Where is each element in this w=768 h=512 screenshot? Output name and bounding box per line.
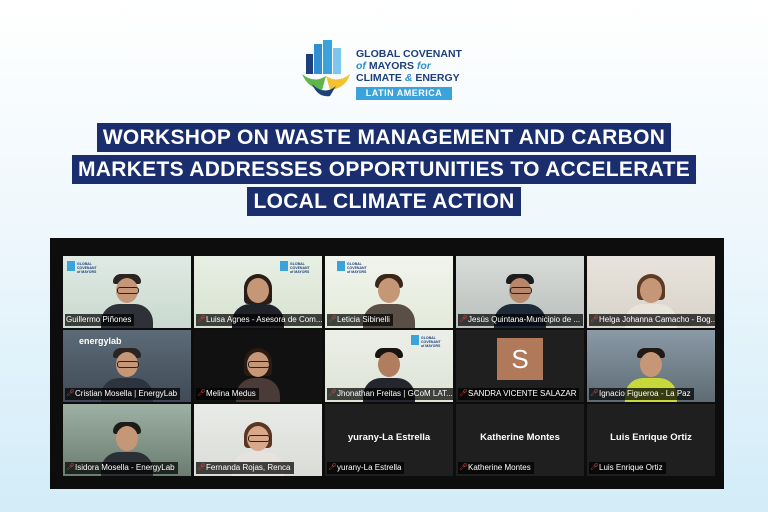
mic-muted-icon: 🎤︎ xyxy=(459,390,468,397)
participant-name-label: Guillermo Piñones xyxy=(65,314,135,326)
headline-line2: MARKETS ADDRESSES OPPORTUNITIES TO ACCEL… xyxy=(71,155,697,184)
participant-tile[interactable]: Katherine Montes 🎤︎ Katherine Montes xyxy=(456,404,584,476)
participant-tile[interactable]: GLOBAL COVENANT of MAYORS 🎤︎ Luisa Agnes -… xyxy=(194,256,322,328)
participant-name-label: 🎤︎ Melina Medus xyxy=(196,388,259,400)
headline-line1: WORKSHOP ON WASTE MANAGEMENT AND CARBON xyxy=(96,123,672,152)
participant-tile[interactable]: Luis Enrique Ortiz 🎤︎ Luis Enrique Ortiz xyxy=(587,404,715,476)
participant-name-label: 🎤︎ yurany-La Estrella xyxy=(327,462,405,474)
participant-tile[interactable]: 🎤︎ Ignacio Figueroa - La Paz xyxy=(587,330,715,402)
mic-muted-icon: 🎤︎ xyxy=(459,464,468,471)
participant-tile[interactable]: GLOBAL COVENANT of MAYORS 🎤︎ Jhonathan Fre… xyxy=(325,330,453,402)
city-skyline-logo-icon xyxy=(302,40,350,97)
headline-line3: LOCAL CLIMATE ACTION xyxy=(247,187,521,216)
participant-tile[interactable]: 🎤︎ Isidora Mosella - EnergyLab xyxy=(63,404,191,476)
mic-muted-icon: 🎤︎ xyxy=(590,464,599,471)
participant-display-name: yurany-La Estrella xyxy=(347,432,431,443)
mic-muted-icon: 🎤︎ xyxy=(459,316,468,323)
participant-tile[interactable]: GLOBAL COVENANT of MAYORS 🎤︎ Leticia Sibin… xyxy=(325,256,453,328)
participant-display-name: Luis Enrique Ortiz xyxy=(610,432,692,443)
participant-name-label: 🎤︎ Luis Enrique Ortiz xyxy=(589,462,666,474)
participant-name-label: 🎤︎ Luisa Agnes - Asesora de Com... xyxy=(196,314,322,326)
participant-tile[interactable]: 🎤︎ Melina Medus xyxy=(194,330,322,402)
participant-tile[interactable]: 🎤︎ Jesús Quintana-Municipio de ... xyxy=(456,256,584,328)
logo-wordmark: GLOBAL COVENANT of MAYORS for CLIMATE & … xyxy=(356,48,462,84)
energylab-logo: energylab xyxy=(79,336,122,346)
logo-line1: GLOBAL COVENANT xyxy=(356,48,462,60)
mic-muted-icon: 🎤︎ xyxy=(197,464,206,471)
mic-muted-icon: 🎤︎ xyxy=(590,390,599,397)
mic-muted-icon: 🎤︎ xyxy=(197,390,206,397)
mic-muted-icon: 🎤︎ xyxy=(328,464,337,471)
logo-line2: of MAYORS for xyxy=(356,60,431,72)
participant-name-label: 🎤︎ SANDRA VICENTE SALAZAR xyxy=(458,388,580,400)
participant-name-label: 🎤︎ Jhonathan Freitas | GCoM LAT... xyxy=(327,388,453,400)
logo-line3: CLIMATE & ENERGY xyxy=(356,72,460,84)
participant-tile[interactable]: 🎤︎ Fernanda Rojas, Renca xyxy=(194,404,322,476)
participant-name-label: 🎤︎ Leticia Sibinelli xyxy=(327,314,393,326)
participant-display-name: Katherine Montes xyxy=(480,432,560,443)
logo-region-badge: LATIN AMERICA xyxy=(356,87,452,100)
participant-name-label: 🎤︎ Fernanda Rojas, Renca xyxy=(196,462,294,474)
participant-tile[interactable]: GLOBAL COVENANT of MAYORS Guillermo Piñon… xyxy=(63,256,191,328)
mic-muted-icon: 🎤︎ xyxy=(66,464,75,471)
gcom-logo: GLOBAL COVENANT of MAYORS for CLIMATE & … xyxy=(300,40,470,102)
headline: WORKSHOP ON WASTE MANAGEMENT AND CARBON … xyxy=(0,123,768,219)
video-call-grid: GLOBAL COVENANT of MAYORS Guillermo Piñon… xyxy=(50,238,724,489)
participant-name-label: 🎤︎ Cristian Mosella | EnergyLab xyxy=(65,388,181,400)
participant-tile[interactable]: yurany-La Estrella 🎤︎ yurany-La Estrella xyxy=(325,404,453,476)
participant-tile[interactable]: S 🎤︎ SANDRA VICENTE SALAZAR xyxy=(456,330,584,402)
participant-name-label: 🎤︎ Helga Johanna Camacho - Bog... xyxy=(589,314,715,326)
mic-muted-icon: 🎤︎ xyxy=(328,390,337,397)
participant-name-label: 🎤︎ Ignacio Figueroa - La Paz xyxy=(589,388,694,400)
participant-name-label: 🎤︎ Jesús Quintana-Municipio de ... xyxy=(458,314,584,326)
mic-muted-icon: 🎤︎ xyxy=(328,316,337,323)
participant-tile[interactable]: energylab 🎤︎ Cristian Mosella | EnergyLab xyxy=(63,330,191,402)
participant-tile[interactable]: 🎤︎ Helga Johanna Camacho - Bog... xyxy=(587,256,715,328)
participant-name-label: 🎤︎ Katherine Montes xyxy=(458,462,534,474)
mic-muted-icon: 🎤︎ xyxy=(590,316,599,323)
participant-name-label: 🎤︎ Isidora Mosella - EnergyLab xyxy=(65,462,178,474)
mic-muted-icon: 🎤︎ xyxy=(197,316,206,323)
participant-avatar: S xyxy=(497,338,543,380)
mic-muted-icon: 🎤︎ xyxy=(66,390,75,397)
